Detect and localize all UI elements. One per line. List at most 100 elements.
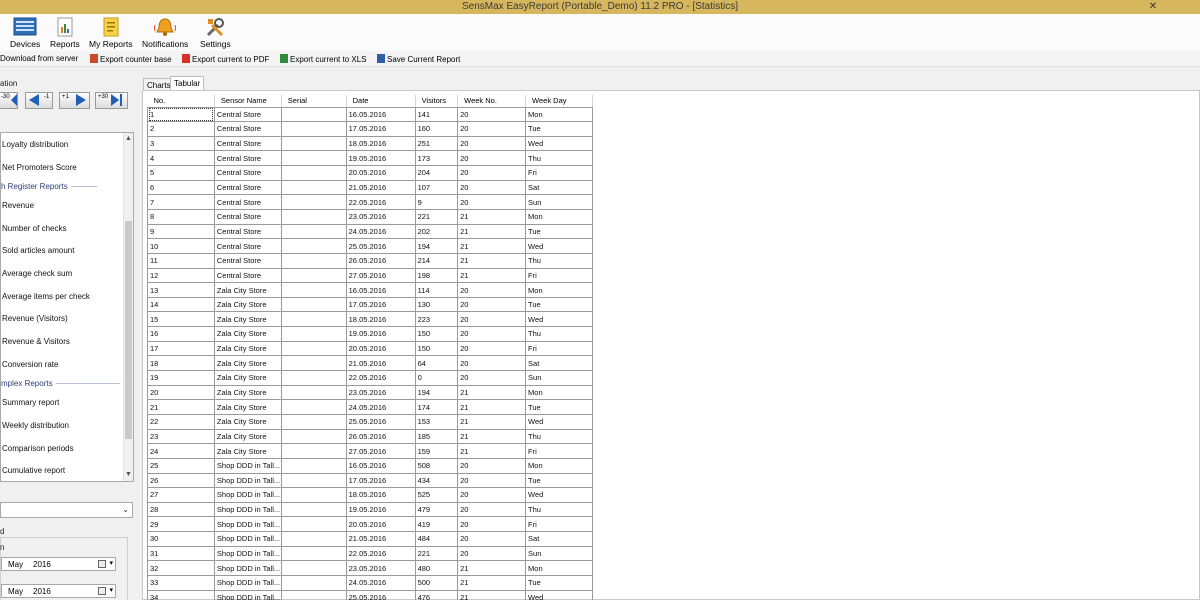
table-row[interactable]: 34 Shop DDD in Tall... 25.05.2016 476 21 Wed xyxy=(147,590,593,600)
table-cell[interactable]: 19.05.2016 xyxy=(346,502,416,518)
table-cell[interactable]: 114 xyxy=(415,282,459,298)
table-cell[interactable]: 12 xyxy=(147,268,215,284)
table-cell[interactable]: 21 xyxy=(457,238,527,254)
table-cell[interactable] xyxy=(281,473,347,489)
table-cell[interactable] xyxy=(281,546,347,562)
table-cell[interactable]: 20 xyxy=(457,458,527,474)
table-row[interactable]: 3 Central Store 18.05.2016 251 20 Wed xyxy=(147,136,593,152)
table-cell[interactable]: Shop DDD in Tall... xyxy=(214,502,282,518)
report-list-item[interactable]: Revenue (Visitors) xyxy=(2,314,68,323)
table-cell[interactable]: 24.05.2016 xyxy=(346,575,416,591)
table-cell[interactable]: 20 xyxy=(457,326,527,342)
table-cell[interactable]: 11 xyxy=(147,253,215,269)
table-cell[interactable]: 16.05.2016 xyxy=(346,458,416,474)
report-list-item[interactable]: Cumulative report xyxy=(2,466,65,475)
scroll-down-icon[interactable]: ▼ xyxy=(125,471,132,479)
table-row[interactable]: 1 Central Store 16.05.2016 141 20 Mon xyxy=(147,107,593,123)
table-cell[interactable]: 24.05.2016 xyxy=(346,399,416,415)
table-cell[interactable]: 20 xyxy=(457,180,527,196)
table-cell[interactable]: 19.05.2016 xyxy=(346,150,416,167)
table-cell[interactable]: Zala City Store xyxy=(214,282,282,298)
table-cell[interactable]: Zala City Store xyxy=(214,399,282,415)
table-row[interactable]: 16 Zala City Store 19.05.2016 150 20 Thu xyxy=(147,326,593,342)
table-row[interactable]: 11 Central Store 26.05.2016 214 21 Thu xyxy=(147,253,593,269)
table-cell[interactable]: Wed xyxy=(525,590,593,600)
table-cell[interactable] xyxy=(281,414,347,430)
table-cell[interactable]: Shop DDD in Tall... xyxy=(214,516,282,533)
table-cell[interactable]: 20 xyxy=(457,370,527,386)
table-cell[interactable]: 221 xyxy=(415,209,459,225)
table-row[interactable]: 24 Zala City Store 27.05.2016 159 21 Fri xyxy=(147,443,593,459)
table-cell[interactable]: 24 xyxy=(147,443,215,459)
table-row[interactable]: 26 Shop DDD in Tall... 17.05.2016 434 20 Tue xyxy=(147,473,593,489)
table-cell[interactable] xyxy=(281,502,347,518)
table-cell[interactable] xyxy=(281,107,347,123)
table-cell[interactable] xyxy=(281,516,347,533)
table-row[interactable]: 19 Zala City Store 22.05.2016 0 20 Sun xyxy=(147,370,593,386)
table-cell[interactable]: 21 xyxy=(457,253,527,269)
table-row[interactable]: 33 Shop DDD in Tall... 24.05.2016 500 21 Tue xyxy=(147,575,593,591)
report-list-item[interactable]: Number of checks xyxy=(2,224,66,233)
table-cell[interactable]: 20 xyxy=(457,487,527,503)
table-cell[interactable]: Zala City Store xyxy=(214,443,282,459)
column-header[interactable]: Week Day xyxy=(525,95,593,108)
tab-tabular[interactable]: Tabular xyxy=(170,76,205,91)
table-row[interactable]: 31 Shop DDD in Tall... 22.05.2016 221 20 Sun xyxy=(147,546,593,562)
table-cell[interactable]: 6 xyxy=(147,180,215,196)
table-cell[interactable]: 20 xyxy=(457,516,527,533)
table-cell[interactable]: Wed xyxy=(525,238,593,254)
table-cell[interactable] xyxy=(281,180,347,196)
table-cell[interactable]: Sun xyxy=(525,546,593,562)
table-cell[interactable] xyxy=(281,531,347,547)
table-cell[interactable]: 26 xyxy=(147,473,215,489)
export-pdf-button[interactable]: Export current to PDF xyxy=(182,54,269,64)
table-cell[interactable]: 31 xyxy=(147,546,215,562)
my-reports-button[interactable]: My Reports xyxy=(89,17,132,49)
table-cell[interactable]: Central Store xyxy=(214,107,282,123)
table-cell[interactable]: 30 xyxy=(147,531,215,547)
table-cell[interactable]: Shop DDD in Tall... xyxy=(214,575,282,591)
table-cell[interactable]: 160 xyxy=(415,121,459,137)
table-cell[interactable] xyxy=(281,311,347,328)
table-cell[interactable] xyxy=(281,121,347,137)
table-cell[interactable] xyxy=(281,341,347,357)
table-cell[interactable] xyxy=(281,370,347,386)
table-cell[interactable]: 20 xyxy=(457,282,527,298)
report-selector-combo[interactable]: ⌄ xyxy=(0,502,133,518)
table-cell[interactable]: 173 xyxy=(415,150,459,167)
table-cell[interactable]: Central Store xyxy=(214,165,282,181)
report-list-item[interactable]: Average items per check xyxy=(2,292,90,301)
table-cell[interactable]: 16.05.2016 xyxy=(346,282,416,298)
table-cell[interactable]: Shop DDD in Tall... xyxy=(214,458,282,474)
table-cell[interactable]: 17.05.2016 xyxy=(346,297,416,313)
table-cell[interactable]: 16 xyxy=(147,326,215,342)
table-cell[interactable]: 20 xyxy=(147,385,215,401)
table-cell[interactable]: Wed xyxy=(525,136,593,152)
table-cell[interactable]: 20 xyxy=(457,297,527,313)
table-cell[interactable]: 194 xyxy=(415,238,459,254)
nav-back-1-button[interactable]: -1 xyxy=(25,92,53,109)
scroll-up-icon[interactable]: ▲ xyxy=(125,135,132,143)
column-header[interactable]: Week No. xyxy=(457,95,527,108)
table-cell[interactable]: Mon xyxy=(525,560,593,576)
table-row[interactable]: 5 Central Store 20.05.2016 204 20 Fri xyxy=(147,165,593,181)
table-cell[interactable]: 21 xyxy=(457,429,527,445)
table-cell[interactable]: 194 xyxy=(415,385,459,401)
report-list-item[interactable]: Summary report xyxy=(2,398,59,407)
table-cell[interactable]: 10 xyxy=(147,238,215,254)
download-from-server-button[interactable]: Download from server xyxy=(0,54,78,63)
table-cell[interactable]: Thu xyxy=(525,326,593,342)
table-cell[interactable]: Mon xyxy=(525,107,593,123)
table-cell[interactable]: Zala City Store xyxy=(214,414,282,430)
table-cell[interactable] xyxy=(281,458,347,474)
report-list-scrollbar[interactable]: ▲ ▼ xyxy=(123,133,133,481)
table-cell[interactable]: 107 xyxy=(415,180,459,196)
table-row[interactable]: 23 Zala City Store 26.05.2016 185 21 Thu xyxy=(147,429,593,445)
table-cell[interactable]: 0 xyxy=(415,370,459,386)
table-cell[interactable]: Zala City Store xyxy=(214,429,282,445)
export-xls-button[interactable]: Export current to XLS xyxy=(280,54,366,64)
table-cell[interactable]: Tue xyxy=(525,575,593,591)
table-cell[interactable]: Shop DDD in Tall... xyxy=(214,560,282,576)
table-cell[interactable]: 19.05.2016 xyxy=(346,326,416,342)
table-cell[interactable]: 26.05.2016 xyxy=(346,429,416,445)
